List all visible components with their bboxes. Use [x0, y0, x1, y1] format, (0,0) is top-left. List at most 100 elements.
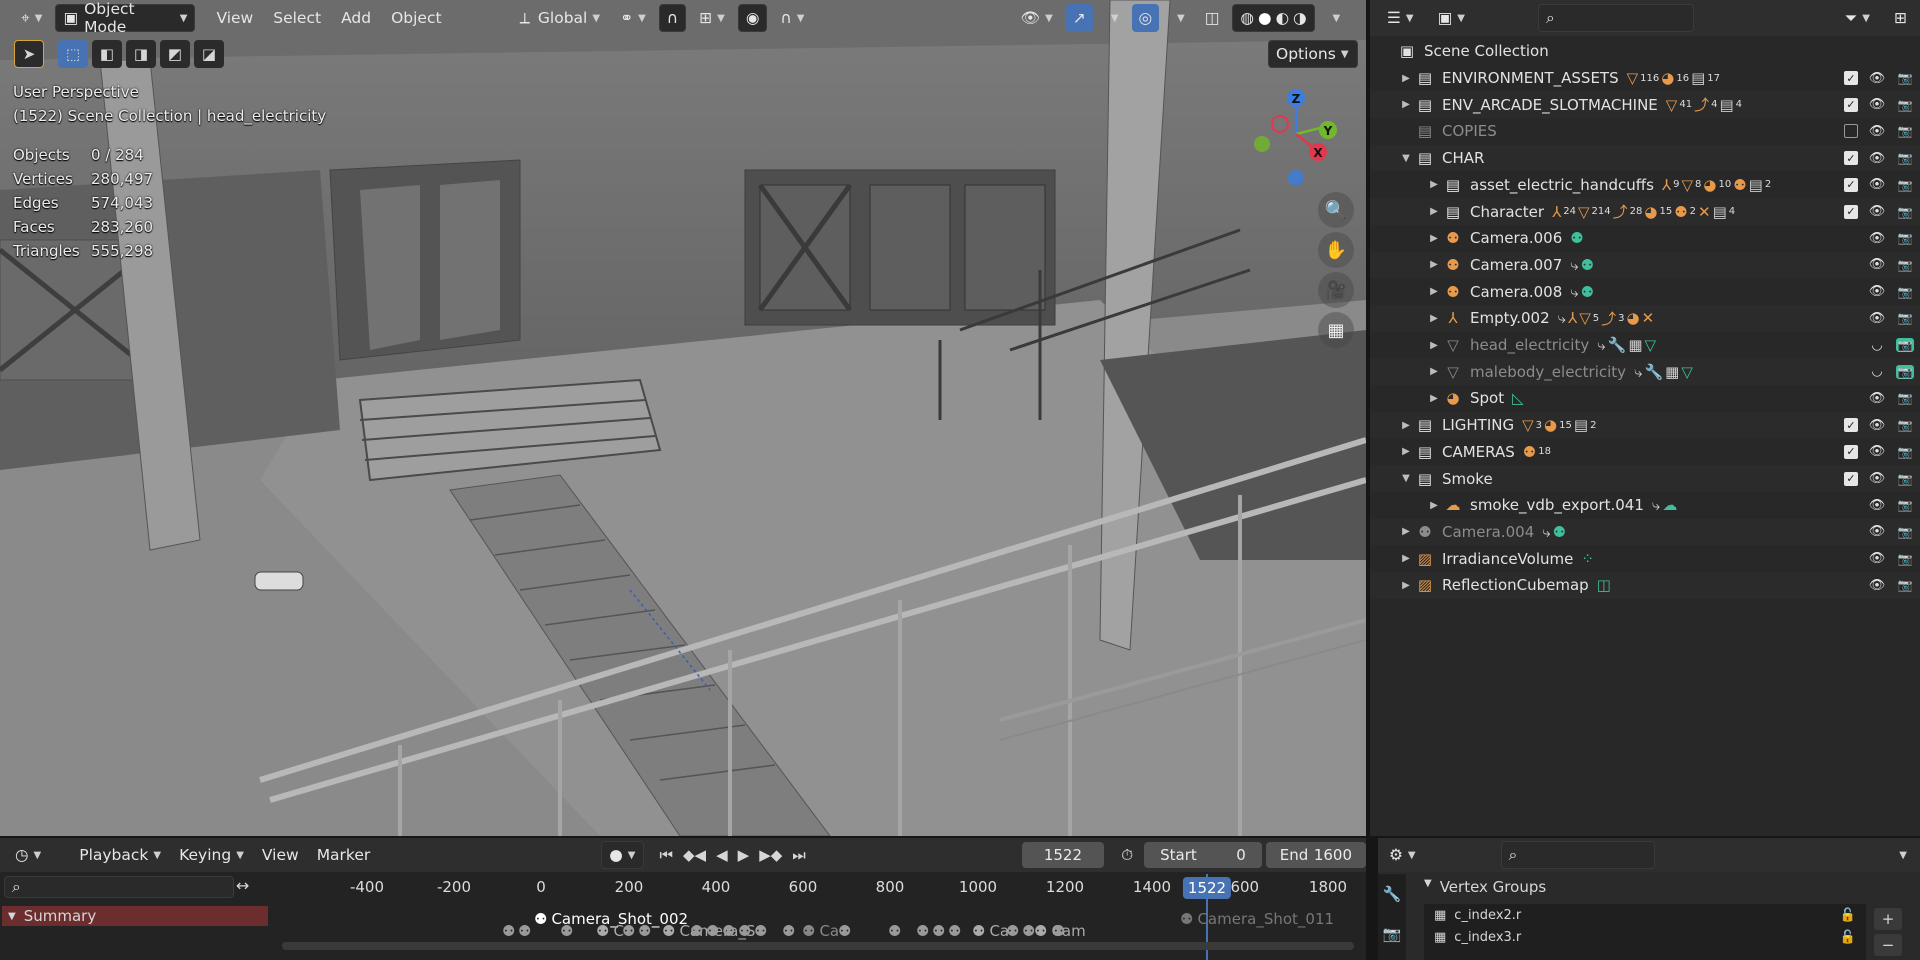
vertex-groups-list[interactable]: ▦ c_index2.r 🔓 ▦ c_index3.r 🔓	[1424, 904, 1866, 960]
child-badge-icon[interactable]: ⚉	[1581, 283, 1594, 301]
expand-arrow-icon[interactable]: ▶	[1426, 179, 1442, 190]
menu-add[interactable]: Add	[334, 4, 378, 32]
properties-search-input[interactable]: ⌕	[1500, 841, 1655, 869]
select-invert-button[interactable]: ◩	[160, 40, 190, 68]
child-badge-icon[interactable]: ▽	[1681, 176, 1693, 194]
exclude-checkbox[interactable]	[1844, 124, 1858, 139]
gizmo-dropdown[interactable]: ▼	[1099, 4, 1126, 32]
expand-arrow-icon[interactable]: ▶	[1426, 340, 1442, 351]
zoom-icon[interactable]: 🔍	[1318, 192, 1354, 228]
outliner-row[interactable]: ▶ ▤ asset_electric_handcuffs ⅄ 9 ▽ 8 ◕ 10 ⚉ ▤ 2 ✓ 👁 📷	[1370, 172, 1920, 199]
options-dropdown[interactable]: Options ▼	[1268, 40, 1358, 68]
exclude-checkbox[interactable]: ✓	[1844, 471, 1858, 486]
child-badge-icon[interactable]: ▦	[1665, 363, 1679, 381]
expand-arrow-icon[interactable]: ▶	[1426, 500, 1442, 511]
gizmo-neg-x[interactable]	[1271, 115, 1289, 133]
visibility-button[interactable]: 👁 ▼	[1013, 4, 1059, 32]
eye-visibility-icon[interactable]: 👁	[1868, 391, 1886, 406]
render-camera-icon[interactable]: 📷	[1896, 151, 1914, 165]
preview-range-toggle[interactable]: ⏱	[1114, 841, 1140, 869]
child-badge-icon[interactable]: ⚉	[1733, 176, 1746, 194]
child-badge-icon[interactable]: ⁘	[1581, 550, 1594, 568]
rendered-shading-icon[interactable]: ◑	[1293, 9, 1307, 27]
child-badge-icon[interactable]: ◕	[1661, 69, 1674, 87]
current-frame-field[interactable]: 1522	[1021, 842, 1105, 868]
child-badge-icon[interactable]: ☁	[1662, 496, 1677, 514]
wrench-tab-icon[interactable]: 🔧	[1378, 874, 1406, 914]
camera-marker-icon[interactable]: ⚉	[722, 922, 735, 940]
render-camera-icon[interactable]: 📷	[1896, 552, 1914, 566]
menu-timeline-view[interactable]: View	[255, 841, 306, 869]
eye-visibility-icon[interactable]: 👁	[1868, 418, 1886, 433]
child-badge-icon[interactable]: ⅄	[1662, 176, 1671, 194]
child-badge-icon[interactable]: ⅄	[1552, 203, 1561, 221]
outliner-row[interactable]: ▶ ▤ ENVIRONMENT_ASSETS ▽ 116 ◕ 16 ▤ 17 ✓ 👁 📷	[1370, 65, 1920, 92]
render-camera-icon[interactable]: 📷	[1896, 311, 1914, 325]
expand-arrow-icon[interactable]: ▶	[1398, 73, 1414, 84]
outliner-row[interactable]: ▶ ⚉ Camera.006 ⚉ 👁 📷	[1370, 225, 1920, 252]
overlays-dropdown[interactable]: ▼	[1165, 4, 1192, 32]
render-camera-icon[interactable]: 📷	[1896, 578, 1914, 592]
exclude-checkbox[interactable]: ✓	[1844, 444, 1858, 459]
remove-vertex-group-button[interactable]: −	[1874, 934, 1902, 956]
filter-button[interactable]: ⏷ ▼	[1838, 4, 1877, 32]
render-camera-icon[interactable]: 📷	[1896, 231, 1914, 245]
camera-marker-icon[interactable]: ⚉	[754, 922, 767, 940]
editor-type-button[interactable]: ⌖ ▼	[14, 4, 49, 32]
child-badge-icon[interactable]: ⤷	[1558, 309, 1566, 327]
child-badge-icon[interactable]: ⤴	[1694, 94, 1709, 115]
child-badge-icon[interactable]: 🔧	[1608, 336, 1627, 354]
camera-marker-icon[interactable]: ⚉	[690, 922, 703, 940]
child-badge-icon[interactable]: ▦	[1628, 336, 1642, 354]
child-badge-icon[interactable]: ⤷	[1542, 523, 1550, 541]
render-camera-icon[interactable]: 📷	[1896, 258, 1914, 272]
expand-arrow-icon[interactable]: ▶	[1398, 99, 1414, 110]
child-badge-icon[interactable]: ⤷	[1570, 283, 1578, 301]
outliner-row[interactable]: ▶ ▤ LIGHTING ▽ 3 ◕ 15 ▤ 2 ✓ 👁 📷	[1370, 411, 1920, 439]
child-badge-icon[interactable]: ⚉	[1553, 523, 1566, 541]
child-badge-icon[interactable]: ▽	[1645, 336, 1657, 354]
outliner-row[interactable]: ▶ ▽ head_electricity ⤷ 🔧 ▦ ▽ ◡ 📷	[1370, 332, 1920, 359]
expand-arrow-icon[interactable]: ▶	[1398, 420, 1414, 431]
display-mode-button[interactable]: ▣ ▼	[1431, 4, 1472, 32]
camera-marker-icon[interactable]: ⚉	[888, 922, 901, 940]
menu-select[interactable]: Select	[266, 4, 328, 32]
gizmo-neg-z[interactable]	[1288, 170, 1304, 186]
outliner-row[interactable]: ▶ ⚉ Camera.007 ⤷ ⚉ 👁 📷	[1370, 251, 1920, 279]
menu-playback[interactable]: Playback ▼	[72, 841, 168, 869]
summary-channel[interactable]: ▼ Summary	[2, 906, 268, 926]
outliner-row[interactable]: ▶ ▤ Character ⅄ 24 ▽ 214 ⤴ 28 ◕ 15 ⚉ 2 ✕ ▤ 4 ✓ 👁 📷	[1370, 198, 1920, 225]
gizmo-neg-y[interactable]	[1254, 136, 1270, 152]
outliner-row[interactable]: ▶ ▤ ENV_ARCADE_SLOTMACHINE ▽ 41 ⤴ 4 ▤ 4 ✓ 👁 📷	[1370, 91, 1920, 119]
camera-marker[interactable]: ⚉ Ca	[972, 922, 1009, 940]
outliner-row[interactable]: ▶ ◕ Spot ◺ 👁 📷	[1370, 385, 1920, 412]
timeline-search-input[interactable]: ⌕	[4, 876, 234, 898]
child-badge-icon[interactable]: ▤	[1691, 69, 1705, 87]
select-extend-button[interactable]: ◧	[92, 40, 122, 68]
child-badge-icon[interactable]: ▤	[1749, 176, 1763, 194]
exclude-checkbox[interactable]: ✓	[1844, 204, 1858, 219]
prev-keyframe-icon[interactable]: ◆◀	[683, 846, 706, 864]
exclude-checkbox[interactable]: ✓	[1844, 97, 1858, 112]
expand-arrow-icon[interactable]: ▶	[1398, 526, 1414, 537]
child-badge-icon[interactable]: ▽	[1627, 69, 1639, 87]
ortho-grid-icon[interactable]: ▦	[1318, 312, 1354, 348]
new-collection-button[interactable]: ⊞	[1887, 4, 1914, 32]
menu-object[interactable]: Object	[384, 4, 448, 32]
camera-marker-icon[interactable]: ⚉	[560, 922, 573, 940]
expand-arrow-icon[interactable]: ▶	[1426, 366, 1442, 377]
collapse-arrow-icon[interactable]: ▼	[1398, 153, 1414, 164]
pan-hand-icon[interactable]: ✋	[1318, 232, 1354, 268]
menu-view[interactable]: View	[209, 4, 260, 32]
camera-marker-icon[interactable]: ⚉	[638, 922, 651, 940]
overlays-toggle[interactable]: ◎	[1131, 4, 1160, 32]
timeline-editor-type[interactable]: ◷ ▼	[8, 841, 48, 869]
render-camera-icon[interactable]: 📷	[1896, 391, 1914, 405]
eye-visibility-icon[interactable]: 👁	[1868, 257, 1886, 272]
solid-shading-icon[interactable]: ●	[1258, 9, 1272, 27]
eye-visibility-icon[interactable]: 👁	[1868, 471, 1886, 486]
properties-editor-type[interactable]: ⚙ ▼	[1382, 841, 1423, 869]
autokey-toggle[interactable]: ● ▼	[601, 841, 644, 869]
lock-icon[interactable]: 🔓	[1840, 908, 1856, 923]
render-camera-icon[interactable]: 📷	[1896, 418, 1914, 432]
